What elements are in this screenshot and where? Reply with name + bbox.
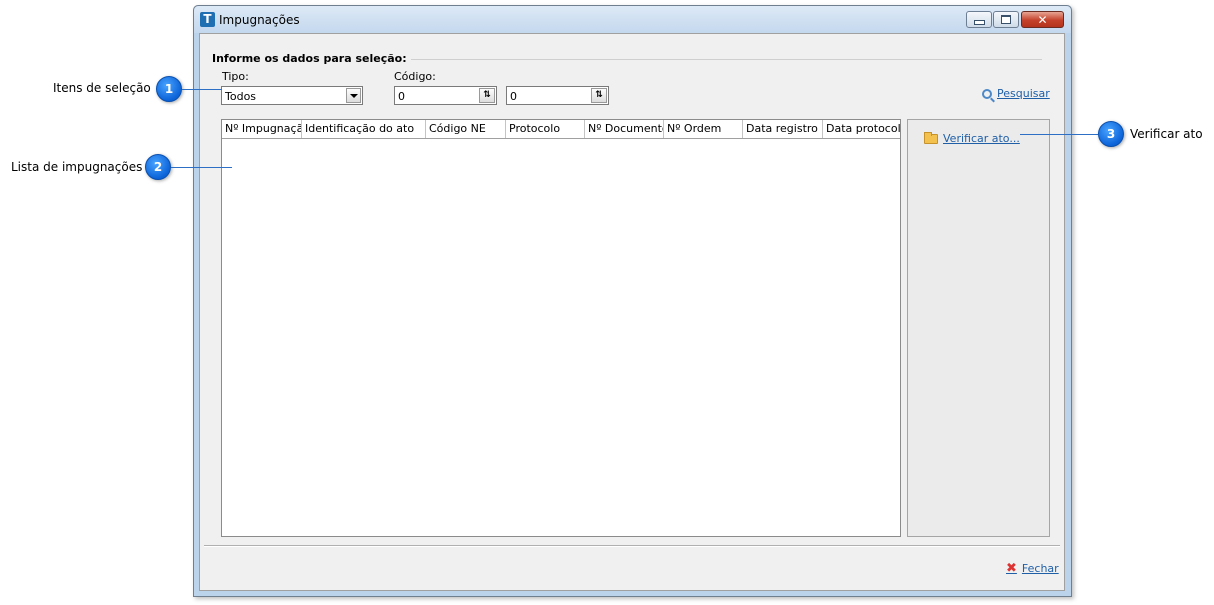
minimize-icon	[973, 20, 985, 25]
impugnacoes-window: T Impugnações ✕ Informe os dados para se…	[193, 5, 1072, 597]
group-divider	[400, 59, 1042, 60]
footer-divider	[204, 545, 1060, 546]
column-header[interactable]: Código NE	[426, 120, 506, 138]
callout-1-badge: 1	[156, 76, 182, 102]
window-client-area: Informe os dados para seleção: Tipo: Tod…	[199, 33, 1065, 591]
app-icon: T	[200, 12, 215, 27]
column-header[interactable]: Data registro	[743, 120, 823, 138]
codigo-to-value: 0	[510, 90, 517, 103]
close-icon: ✕	[1037, 12, 1048, 27]
callout-2-line	[171, 167, 232, 168]
tipo-select[interactable]: Todos	[221, 86, 363, 105]
codigo-from-input[interactable]: 0 ⇅	[394, 86, 497, 105]
callout-2-badge: 2	[145, 154, 171, 180]
search-button-label: Pesquisar	[997, 87, 1050, 100]
callout-1-label: Itens de seleção	[53, 81, 151, 95]
maximize-button[interactable]	[993, 11, 1019, 28]
red-x-icon: ✖	[1006, 560, 1017, 576]
column-header[interactable]: Nº Ordem	[664, 120, 743, 138]
minimize-button[interactable]	[966, 11, 992, 28]
verify-act-button[interactable]: Verificar ato...	[924, 131, 1020, 145]
grid-header: Nº Impugnação Identificação do ato Códig…	[222, 120, 900, 139]
window-title: Impugnações	[219, 13, 300, 27]
actions-panel: Verificar ato...	[907, 119, 1050, 537]
maximize-icon	[1001, 15, 1011, 24]
codigo-label: Código:	[394, 70, 436, 83]
codigo-to-input[interactable]: 0 ⇅	[506, 86, 609, 105]
tipo-label: Tipo:	[222, 70, 249, 83]
column-header[interactable]: Nº Documento	[585, 120, 664, 138]
chevron-down-icon[interactable]	[346, 88, 361, 103]
impugnacoes-grid[interactable]: Nº Impugnação Identificação do ato Códig…	[221, 119, 901, 537]
folder-open-icon	[924, 131, 938, 144]
column-header[interactable]: Protocolo	[506, 120, 585, 138]
column-header[interactable]: Nº Impugnação	[222, 120, 302, 138]
codigo-from-value: 0	[398, 90, 405, 103]
close-button[interactable]: ✖ Fechar	[1006, 560, 1059, 576]
search-button[interactable]: Pesquisar	[982, 87, 1050, 100]
verify-act-label: Verificar ato...	[943, 132, 1020, 145]
magnifier-icon	[982, 88, 992, 99]
window-close-button[interactable]: ✕	[1021, 11, 1064, 28]
spin-arrows-icon[interactable]: ⇅	[479, 88, 495, 103]
filter-group-title: Informe os dados para seleção:	[212, 52, 411, 65]
callout-3-line	[1020, 134, 1098, 135]
tipo-select-value: Todos	[225, 90, 257, 103]
spin-arrows-icon[interactable]: ⇅	[591, 88, 607, 103]
close-button-label: Fechar	[1021, 562, 1059, 575]
callout-3-badge: 3	[1098, 121, 1124, 147]
title-bar[interactable]: T Impugnações ✕	[194, 6, 1071, 33]
column-header[interactable]: Data protocolo	[823, 120, 900, 138]
callout-2-label: Lista de impugnações	[11, 160, 143, 174]
callout-1-line	[182, 89, 222, 90]
column-header[interactable]: Identificação do ato	[302, 120, 426, 138]
callout-3-label: Verificar ato	[1130, 127, 1203, 141]
